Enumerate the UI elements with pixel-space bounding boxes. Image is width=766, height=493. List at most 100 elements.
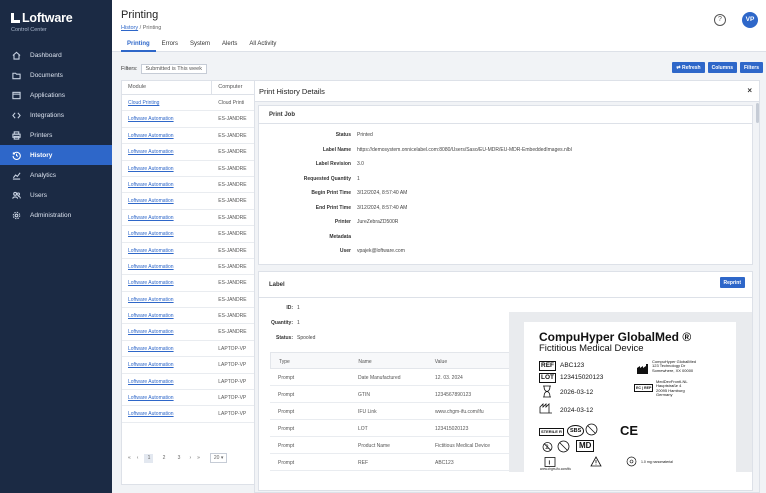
ce-mark: CE xyxy=(620,423,639,438)
module-link[interactable]: Loftware Automation xyxy=(122,177,212,192)
module-link[interactable]: Loftware Automation xyxy=(122,406,212,421)
last-page-button[interactable]: » xyxy=(197,455,200,461)
reprint-button[interactable]: Reprint xyxy=(719,277,745,288)
job-field: Metadata xyxy=(259,234,759,248)
nav-documents[interactable]: Documents xyxy=(0,65,112,85)
nav-label: History xyxy=(30,151,53,159)
breadcrumb-current: Printing xyxy=(142,25,162,31)
module-link[interactable]: Loftware Automation xyxy=(122,259,212,274)
nav-integrations[interactable]: Integrations xyxy=(0,105,112,125)
first-page-button[interactable]: « xyxy=(128,455,131,461)
label-ec-rep: MedDevFrontl-NL Hauptstraße 4 20095 Hambur… xyxy=(656,379,688,398)
printer-icon xyxy=(12,130,21,140)
svg-text:i: i xyxy=(549,461,551,467)
do-not-resterilize-icon xyxy=(585,423,598,436)
value-cell: www.chgm-ifu.com/ifu xyxy=(435,409,484,415)
module-link[interactable]: Loftware Automation xyxy=(122,210,212,225)
sbs-symbol: SBS xyxy=(567,425,585,437)
next-page-button[interactable]: › xyxy=(189,455,191,461)
loftware-logo-icon xyxy=(11,13,20,23)
page-size-select[interactable]: 20 ▾ xyxy=(209,453,228,463)
page-title: Printing xyxy=(121,9,159,21)
lot-symbol: LOT xyxy=(539,373,556,383)
job-field-value: 3/12/2024, 8:57:40 AM xyxy=(357,190,408,196)
columns-button[interactable]: Columns xyxy=(707,62,737,73)
module-link[interactable]: Loftware Automation xyxy=(122,161,212,176)
job-field: Label Revision 3.0 xyxy=(259,161,759,175)
page-button[interactable]: 1 xyxy=(144,453,154,463)
module-link[interactable]: Loftware Automation xyxy=(122,243,212,258)
nav-history[interactable]: History xyxy=(0,145,112,165)
filter-bar: Filters: Submitted is This week xyxy=(121,62,762,76)
topbar: Printing History / Printing Printing Err… xyxy=(112,0,766,52)
breadcrumb-history-link[interactable]: History xyxy=(121,25,138,31)
prev-page-button[interactable]: ‹ xyxy=(137,455,139,461)
tab-printing[interactable]: Printing xyxy=(121,40,156,52)
hourglass-icon xyxy=(543,385,551,398)
module-link[interactable]: Loftware Automation xyxy=(122,144,212,159)
module-link[interactable]: Cloud Printing xyxy=(122,95,212,110)
logo[interactable]: Loftware Control Center xyxy=(0,0,112,42)
module-link[interactable]: Loftware Automation xyxy=(122,193,212,208)
brand-name: Loftware xyxy=(22,11,73,25)
nav-applications[interactable]: Applications xyxy=(0,85,112,105)
page-button[interactable]: 3 xyxy=(174,454,183,463)
filter-chip[interactable]: Submitted is This week xyxy=(140,64,207,74)
job-field-value: Printed xyxy=(357,132,373,138)
module-link[interactable]: Loftware Automation xyxy=(122,292,212,307)
nav-administration[interactable]: Administration xyxy=(0,205,112,225)
label-brand: CompuHyper GlobalMed ® xyxy=(539,330,692,344)
module-link[interactable]: Loftware Automation xyxy=(122,308,212,323)
module-link[interactable]: Loftware Automation xyxy=(122,324,212,339)
refresh-button[interactable]: ⇄ Refresh xyxy=(672,62,705,73)
module-link[interactable]: Loftware Automation xyxy=(122,275,212,290)
tab-all-activity[interactable]: All Activity xyxy=(243,40,282,52)
nav-dashboard[interactable]: Dashboard xyxy=(0,45,112,65)
type-cell: Prompt xyxy=(278,426,295,432)
type-cell: Prompt xyxy=(278,375,295,381)
chart-icon xyxy=(12,171,21,180)
sterile-symbol: STERILE R xyxy=(539,428,564,436)
name-cell: IFU Link xyxy=(358,409,377,415)
module-link[interactable]: Loftware Automation xyxy=(122,226,212,241)
job-field: Printer JureZebraZD500R xyxy=(259,219,759,233)
module-link[interactable]: Loftware Automation xyxy=(122,390,212,405)
label-quantity: Quantity: 1 xyxy=(271,320,300,326)
filters-button[interactable]: Filters xyxy=(739,62,763,73)
module-link[interactable]: Loftware Automation xyxy=(122,111,212,126)
close-icon[interactable]: × xyxy=(747,86,752,95)
type-cell: Prompt xyxy=(278,443,295,449)
column-header-name: Name xyxy=(358,359,372,365)
consult-ifu-icon: i xyxy=(544,457,556,467)
module-link[interactable]: Loftware Automation xyxy=(122,374,212,389)
page-button[interactable]: 2 xyxy=(159,454,168,463)
column-header-module[interactable]: Module xyxy=(122,81,213,94)
job-field-value: vpajek@loftware.com xyxy=(357,248,405,254)
type-cell: Prompt xyxy=(278,460,295,466)
panel-scrollbar-thumb[interactable] xyxy=(756,103,759,123)
avatar[interactable]: VP xyxy=(742,12,758,28)
value-cell: 12. 03. 2024 xyxy=(435,375,463,381)
module-link[interactable]: Loftware Automation xyxy=(122,128,212,143)
module-link[interactable]: Loftware Automation xyxy=(122,357,212,372)
name-cell: Date Manufactured xyxy=(358,375,401,381)
help-icon[interactable]: ? xyxy=(714,14,726,26)
module-link[interactable]: Loftware Automation xyxy=(122,341,212,356)
nav-users[interactable]: Users xyxy=(0,185,112,205)
nav-printers[interactable]: Printers xyxy=(0,125,112,145)
home-icon xyxy=(12,51,21,60)
job-field-label: Label Revision xyxy=(315,161,351,167)
name-cell: LOT xyxy=(358,426,368,432)
tab-alerts[interactable]: Alerts xyxy=(216,40,243,52)
nav-label: Applications xyxy=(30,91,66,99)
table-row: Prompt REF ABC123 xyxy=(270,454,510,471)
panel-title: Print History Details xyxy=(259,87,325,96)
value-cell: 1234567890123 xyxy=(435,392,472,398)
nav-analytics[interactable]: Analytics xyxy=(0,165,112,185)
tab-errors[interactable]: Errors xyxy=(156,40,184,52)
nanomaterial-icon xyxy=(626,456,637,467)
job-field-value: 3/12/2024, 8:57:40 AM xyxy=(357,204,408,211)
tab-system[interactable]: System xyxy=(184,40,216,52)
value-cell: ABC123 xyxy=(435,460,454,466)
filters-label: Filters: xyxy=(121,66,138,72)
